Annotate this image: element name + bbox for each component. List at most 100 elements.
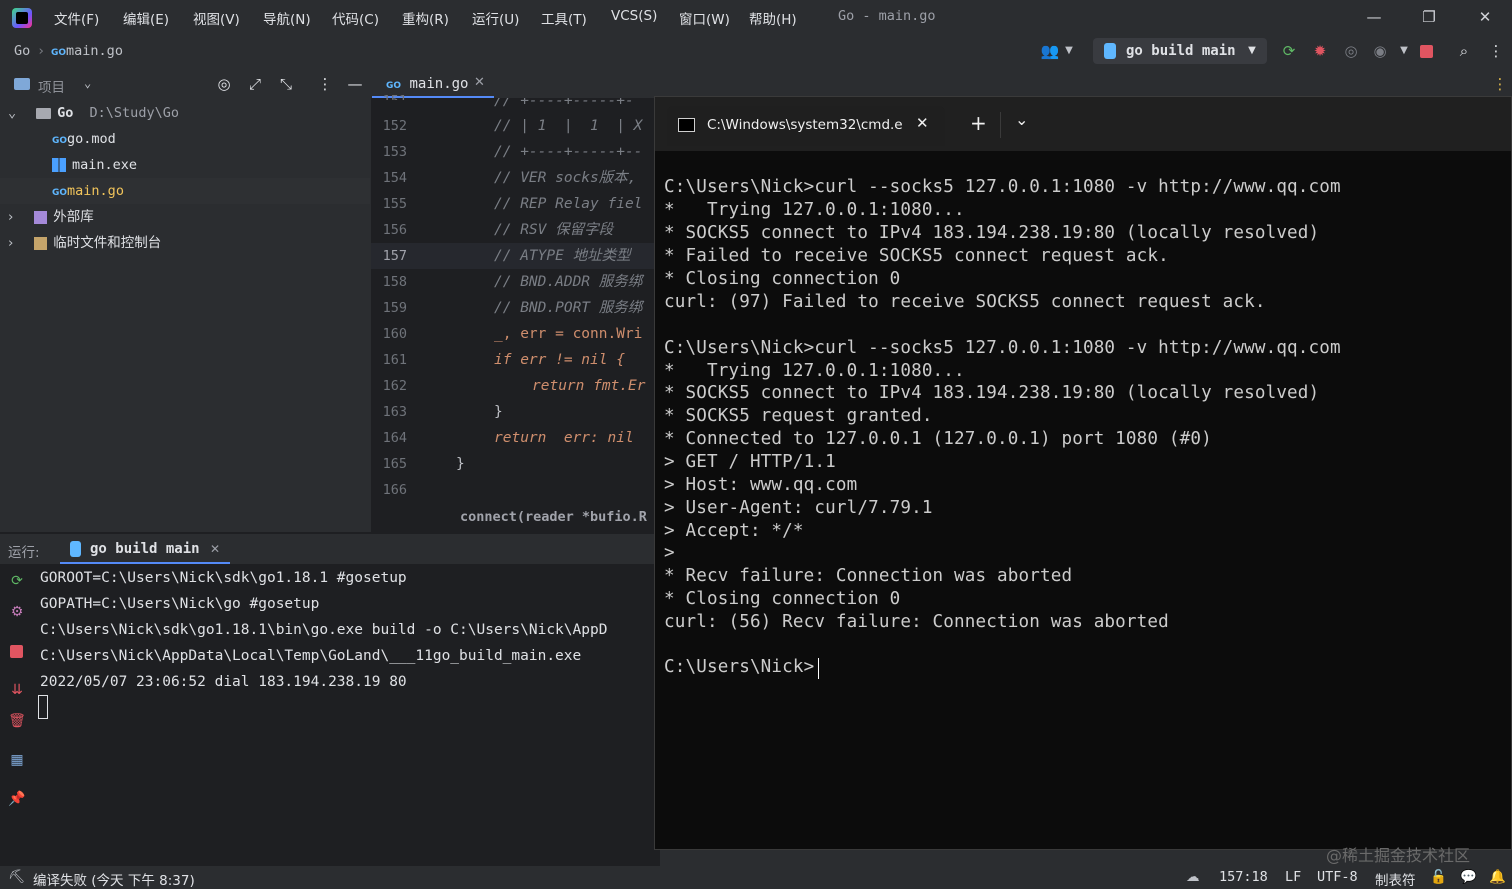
- lock-icon[interactable]: 🔓: [1430, 869, 1447, 885]
- run-tab-label: go build main: [90, 541, 200, 557]
- code-line: // +----+-----+--: [494, 144, 643, 160]
- more-icon[interactable]: ⋮: [1490, 74, 1510, 94]
- terminal-tab-title: C:\Windows\system32\cmd.e: [707, 117, 903, 133]
- line-separator[interactable]: LF: [1285, 869, 1301, 885]
- notifications-icon[interactable]: 🔔: [1489, 869, 1506, 885]
- rerun-icon[interactable]: ⟳: [1279, 41, 1299, 61]
- notification-bell-icon[interactable]: ☁: [1186, 869, 1200, 885]
- menu-help[interactable]: 帮助(H): [749, 8, 797, 28]
- breadcrumb-separator: ›: [37, 43, 46, 59]
- tree-item-external-libs[interactable]: › 外部库: [0, 204, 370, 230]
- code-line: // REP Relay fiel: [494, 196, 643, 212]
- users-icon[interactable]: 👥: [1040, 41, 1060, 61]
- console-line: C:\Users\Nick\AppData\Local\Temp\GoLand\…: [40, 648, 582, 664]
- menu-tools[interactable]: 工具(T): [541, 8, 587, 28]
- search-icon[interactable]: ⌕: [1454, 41, 1474, 61]
- project-view-icon: [14, 78, 30, 90]
- terminal-line: > Accept: */*: [664, 521, 804, 541]
- divider: [1000, 112, 1001, 138]
- code-line: if err != nil {: [494, 352, 625, 368]
- coverage-icon[interactable]: ◎: [1341, 41, 1361, 61]
- project-panel-title[interactable]: 项目: [38, 76, 65, 96]
- run-config-dropdown-icon[interactable]: ▼: [1242, 41, 1262, 61]
- pin-icon[interactable]: 📌: [8, 790, 26, 808]
- status-tools-icon[interactable]: ⛏: [8, 869, 25, 885]
- tree-item-root[interactable]: ⌄ Go D:\Study\Go: [0, 100, 370, 126]
- console-input-cursor[interactable]: [38, 695, 48, 719]
- target-icon[interactable]: ◎: [214, 74, 234, 94]
- menu-view[interactable]: 视图(V): [193, 8, 240, 28]
- settings-icon[interactable]: ⚙: [8, 603, 26, 621]
- menu-code[interactable]: 代码(C): [332, 8, 379, 28]
- restore-button[interactable]: ❐: [1417, 6, 1441, 28]
- windows-exe-icon: [52, 158, 66, 172]
- profile-icon[interactable]: ◉: [1370, 41, 1390, 61]
- terminal-line: * Failed to receive SOCKS5 connect reque…: [664, 246, 1169, 266]
- run-config-icon: [70, 541, 81, 557]
- more-run-options-icon[interactable]: ▼: [1394, 41, 1414, 61]
- menu-file[interactable]: 文件(F): [54, 8, 99, 28]
- close-tab-icon[interactable]: ✕: [916, 114, 929, 132]
- tab-dropdown-button[interactable]: ⌄: [1015, 110, 1028, 129]
- stop-icon[interactable]: [10, 645, 23, 658]
- terminal-caret: [818, 658, 819, 679]
- code-line: // BND.PORT 服务绑: [494, 300, 643, 316]
- breadcrumb-file[interactable]: GOmain.go: [51, 43, 123, 59]
- menu-edit[interactable]: 编辑(E): [123, 8, 169, 28]
- tree-item-go-mod[interactable]: GOgo.mod: [0, 126, 370, 152]
- cmd-icon: [678, 118, 695, 132]
- menu-navigate[interactable]: 导航(N): [263, 8, 311, 28]
- collapse-all-icon[interactable]: ⤡: [276, 74, 296, 94]
- close-tab-icon[interactable]: ✕: [210, 542, 220, 556]
- terminal-line: * Closing connection 0: [664, 589, 901, 609]
- new-tab-button[interactable]: +: [970, 111, 987, 135]
- tree-item-main-go[interactable]: GOmain.go: [0, 178, 370, 204]
- expand-all-icon[interactable]: ⤢: [245, 74, 265, 94]
- code-area: // +----+-----+- // | 1 | 1 | X // +----…: [371, 98, 661, 508]
- run-config-icon: [1104, 43, 1116, 59]
- status-message[interactable]: 编译失败 (今天 下午 8:37): [33, 869, 195, 889]
- debug-icon[interactable]: ✹: [1310, 41, 1330, 61]
- close-tab-icon[interactable]: ✕: [474, 75, 485, 90]
- breadcrumb-project[interactable]: Go: [14, 43, 30, 59]
- terminal-line: C:\Users\Nick>curl --socks5 127.0.0.1:10…: [664, 177, 1341, 197]
- more-icon[interactable]: ⋮: [1486, 41, 1506, 61]
- run-config-label: go build main: [1126, 43, 1236, 59]
- caret-position[interactable]: 157:18: [1219, 869, 1268, 885]
- chevron-right-icon[interactable]: ›: [8, 230, 18, 256]
- terminal-line: curl: (56) Recv failure: Connection was …: [664, 612, 1169, 632]
- goland-logo-icon[interactable]: [12, 8, 32, 28]
- console-line: C:\Users\Nick\sdk\go1.18.1\bin\go.exe bu…: [40, 622, 608, 638]
- terminal-line: * SOCKS5 connect to IPv4 183.194.238.19:…: [664, 223, 1320, 243]
- chevron-right-icon[interactable]: ›: [8, 204, 18, 230]
- tree-item-scratches[interactable]: › 临时文件和控制台: [0, 230, 370, 256]
- menu-window[interactable]: 窗口(W): [679, 8, 730, 28]
- menu-refactor[interactable]: 重构(R): [402, 8, 449, 28]
- terminal-line: >: [664, 543, 675, 563]
- options-icon[interactable]: ⋮: [315, 74, 335, 94]
- chevron-down-icon[interactable]: ⌄: [84, 76, 91, 90]
- code-line: // | 1 | 1 | X: [494, 118, 643, 134]
- tree-item-main-exe[interactable]: main.exe: [0, 152, 370, 178]
- indent-setting[interactable]: 制表符: [1375, 869, 1416, 889]
- terminal-line: > Host: www.qq.com: [664, 475, 858, 495]
- terminal-line: * Connected to 127.0.0.1 (127.0.0.1) por…: [664, 429, 1212, 449]
- editor-breadcrumb[interactable]: connect(reader *bufio.R: [460, 509, 647, 525]
- hide-panel-icon[interactable]: —: [345, 74, 365, 94]
- close-button[interactable]: ✕: [1473, 6, 1497, 28]
- scroll-to-end-icon[interactable]: ⇊: [8, 681, 26, 699]
- code-line: // ATYPE 地址类型: [494, 248, 631, 264]
- layout-icon[interactable]: ▦: [8, 751, 26, 769]
- terminal-prompt[interactable]: C:\Users\Nick>: [664, 656, 814, 679]
- rerun-icon[interactable]: ⟳: [8, 572, 26, 590]
- clear-icon[interactable]: 🗑: [8, 712, 26, 730]
- menu-run[interactable]: 运行(U): [472, 8, 519, 28]
- stop-icon[interactable]: [1420, 45, 1433, 58]
- chevron-down-icon[interactable]: ▼: [1059, 41, 1079, 61]
- chat-icon[interactable]: 💬: [1460, 869, 1477, 885]
- chevron-down-icon[interactable]: ⌄: [8, 100, 18, 126]
- minimize-button[interactable]: —: [1362, 6, 1386, 28]
- code-line: // BND.ADDR 服务绑: [494, 274, 643, 290]
- file-encoding[interactable]: UTF-8: [1317, 869, 1358, 885]
- menu-vcs[interactable]: VCS(S): [611, 8, 657, 28]
